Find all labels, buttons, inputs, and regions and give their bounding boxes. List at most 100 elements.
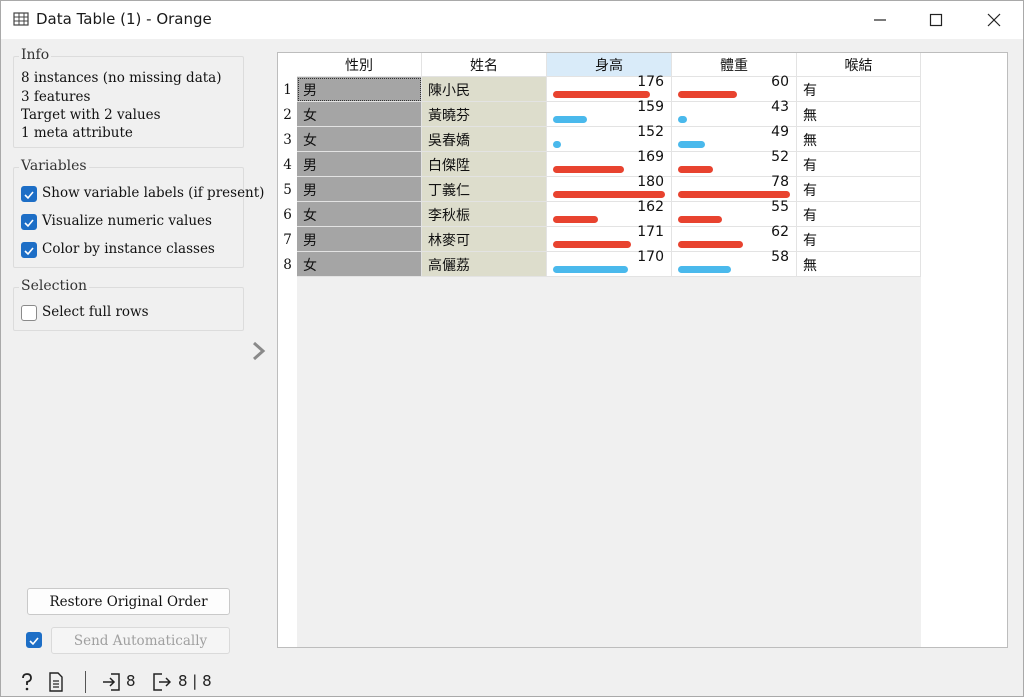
column-header-sex[interactable]: 性別 — [297, 53, 422, 77]
table-cell-sex[interactable]: 男 — [297, 227, 422, 252]
table-cell-weight[interactable]: 58 — [672, 249, 797, 277]
cell-adam-text: 有 — [803, 183, 817, 199]
table-cell-name[interactable]: 丁義仁 — [422, 177, 547, 202]
row-number[interactable]: 1 — [278, 77, 297, 102]
cell-name-text: 陳小民 — [428, 83, 470, 99]
height-bar — [553, 241, 631, 248]
table-cell-adam[interactable]: 無 — [797, 127, 921, 152]
table-cell-sex[interactable]: 女 — [297, 127, 422, 152]
color-by-class-checkbox[interactable] — [21, 242, 37, 258]
cell-weight-text: 43 — [771, 99, 789, 115]
table-cell-sex[interactable]: 女 — [297, 252, 422, 277]
table-cell-name[interactable]: 林麥可 — [422, 227, 547, 252]
info-target: Target with 2 values — [21, 107, 161, 123]
info-title: Info — [19, 47, 52, 63]
cell-height-text: 171 — [637, 224, 664, 240]
help-icon[interactable] — [19, 673, 35, 691]
table-cell-adam[interactable]: 有 — [797, 152, 921, 177]
cell-sex-text: 女 — [303, 258, 317, 274]
data-table[interactable]: 性別 姓名 身高 體重 喉結 1 男陳小民 176 60 有 2 女黃曉芬 159 43 無 3 女吳… — [277, 52, 1008, 648]
cell-name-text: 高儷荔 — [428, 258, 470, 274]
close-icon — [987, 13, 1001, 27]
color-by-class-label[interactable]: Color by instance classes — [42, 241, 215, 257]
title-bar[interactable]: Data Table (1) - Orange — [1, 1, 1023, 39]
table-cell-sex[interactable]: 女 — [297, 202, 422, 227]
row-number[interactable]: 7 — [278, 227, 297, 252]
row-number[interactable]: 4 — [278, 152, 297, 177]
table-cell-height[interactable]: 170 — [547, 249, 672, 277]
weight-bar — [678, 266, 731, 273]
info-meta: 1 meta attribute — [21, 125, 133, 141]
table-cell-adam[interactable]: 有 — [797, 177, 921, 202]
table-cell-adam[interactable]: 無 — [797, 102, 921, 127]
table-cell-adam[interactable]: 有 — [797, 227, 921, 252]
select-full-rows-label[interactable]: Select full rows — [42, 304, 149, 320]
cell-name-text: 白傑陞 — [428, 158, 470, 174]
row-number[interactable]: 8 — [278, 252, 297, 277]
table-cell-name[interactable]: 高儷荔 — [422, 252, 547, 277]
restore-order-button[interactable]: Restore Original Order — [27, 588, 230, 615]
output-icon — [153, 673, 171, 691]
table-cell-name[interactable]: 吳春嬌 — [422, 127, 547, 152]
variables-title: Variables — [19, 158, 89, 174]
cell-sex-text: 男 — [303, 233, 317, 249]
table-corner[interactable] — [278, 53, 297, 77]
maximize-button[interactable] — [907, 1, 965, 39]
report-icon[interactable] — [48, 672, 64, 692]
data-table-window: Data Table (1) - Orange Info 8 instances… — [0, 0, 1024, 697]
show-labels-checkbox[interactable] — [21, 186, 37, 202]
info-features: 3 features — [21, 89, 91, 105]
table-icon — [13, 12, 29, 26]
cell-weight-text: 78 — [771, 174, 789, 190]
cell-sex-text: 男 — [303, 83, 317, 99]
minimize-button[interactable] — [851, 1, 909, 39]
table-cell-adam[interactable]: 有 — [797, 202, 921, 227]
cell-name-text: 李秋桭 — [428, 208, 470, 224]
cell-name-text: 丁義仁 — [428, 183, 470, 199]
table-cell-sex[interactable]: 男 — [297, 177, 422, 202]
cell-weight-text: 62 — [771, 224, 789, 240]
table-cell-name[interactable]: 白傑陞 — [422, 152, 547, 177]
height-bar — [553, 191, 665, 198]
input-icon — [103, 673, 120, 691]
cell-weight-text: 49 — [771, 124, 789, 140]
checkmark-icon — [24, 247, 34, 256]
table-cell-sex[interactable]: 男 — [297, 77, 422, 102]
column-header-adam[interactable]: 喉結 — [797, 53, 921, 77]
table-cell-name[interactable]: 陳小民 — [422, 77, 547, 102]
close-button[interactable] — [965, 1, 1023, 39]
row-number[interactable]: 3 — [278, 127, 297, 152]
cell-sex-text: 男 — [303, 183, 317, 199]
height-bar — [553, 91, 650, 98]
table-cell-adam[interactable]: 有 — [797, 77, 921, 102]
height-bar — [553, 266, 628, 273]
row-number[interactable]: 2 — [278, 102, 297, 127]
checkmark-icon — [24, 191, 34, 200]
table-cell-name[interactable]: 黃曉芬 — [422, 102, 547, 127]
row-number[interactable]: 6 — [278, 202, 297, 227]
cell-sex-text: 女 — [303, 108, 317, 124]
table-cell-adam[interactable]: 無 — [797, 252, 921, 277]
column-header-name[interactable]: 姓名 — [422, 53, 547, 77]
table-cell-name[interactable]: 李秋桭 — [422, 202, 547, 227]
visualize-numeric-label[interactable]: Visualize numeric values — [42, 213, 212, 229]
table-empty-area — [297, 277, 921, 647]
cell-weight-text: 60 — [771, 74, 789, 90]
send-automatically-checkbox[interactable] — [26, 632, 42, 648]
cell-height-text: 180 — [637, 174, 664, 190]
maximize-icon — [929, 13, 943, 27]
cell-height-text: 159 — [637, 99, 664, 115]
height-bar — [553, 116, 587, 123]
show-labels-label[interactable]: Show variable labels (if present) — [42, 185, 264, 201]
send-automatically-button[interactable]: Send Automatically — [51, 627, 230, 654]
table-cell-sex[interactable]: 男 — [297, 152, 422, 177]
checkmark-icon — [24, 219, 34, 228]
row-number[interactable]: 5 — [278, 177, 297, 202]
weight-bar — [678, 241, 743, 248]
cell-name-text: 林麥可 — [428, 233, 470, 249]
output-count: 8 | 8 — [178, 672, 212, 690]
chevron-right-icon[interactable] — [250, 339, 268, 363]
select-full-rows-checkbox[interactable] — [21, 305, 37, 321]
visualize-numeric-checkbox[interactable] — [21, 214, 37, 230]
table-cell-sex[interactable]: 女 — [297, 102, 422, 127]
